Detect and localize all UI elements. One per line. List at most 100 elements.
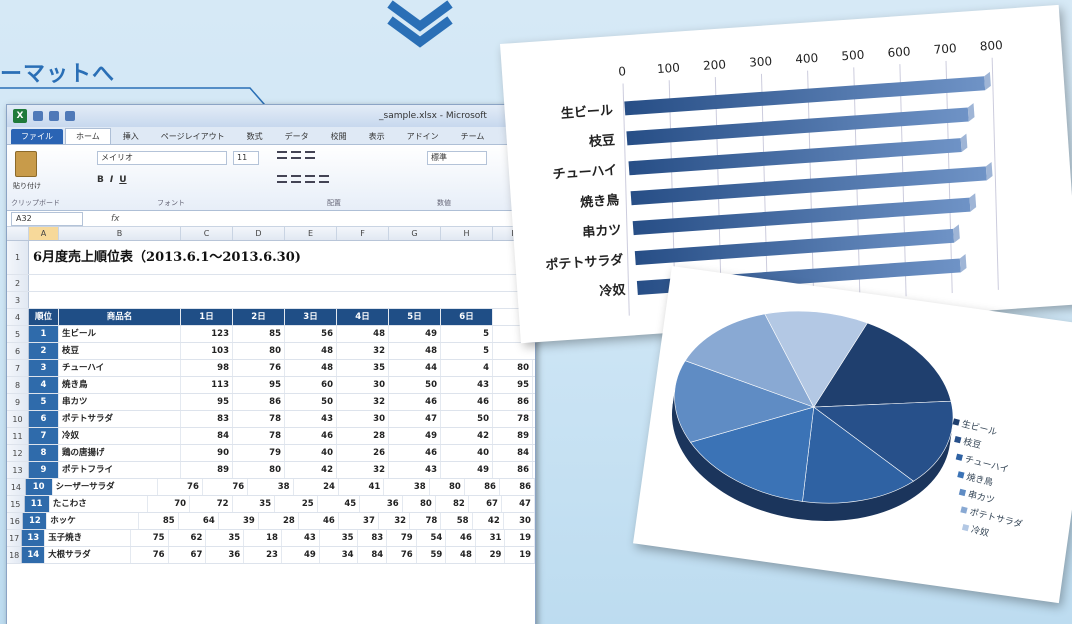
rank-cell[interactable]: 10 bbox=[25, 479, 53, 495]
sales-cell[interactable]: 43 bbox=[285, 411, 337, 427]
sales-cell[interactable]: 43 bbox=[282, 530, 320, 546]
tab-4[interactable]: 数式 bbox=[237, 129, 273, 144]
sales-cell[interactable]: 19 bbox=[505, 547, 535, 563]
tab-8[interactable]: アドイン bbox=[397, 129, 449, 144]
rank-cell[interactable]: 9 bbox=[29, 462, 59, 478]
sales-cell[interactable]: 59 bbox=[417, 547, 447, 563]
fx-icon[interactable]: fx bbox=[111, 214, 120, 224]
sales-cell[interactable]: 79 bbox=[387, 530, 417, 546]
tab-9[interactable]: チーム bbox=[451, 129, 495, 144]
sales-cell[interactable]: 24 bbox=[294, 479, 339, 495]
tab-5[interactable]: データ bbox=[275, 129, 319, 144]
column-header[interactable]: A bbox=[29, 227, 59, 240]
sales-cell[interactable]: 36 bbox=[206, 547, 245, 563]
sales-cell[interactable]: 32 bbox=[337, 343, 389, 359]
sales-cell[interactable]: 4 bbox=[441, 360, 493, 376]
spreadsheet-grid[interactable]: ABCDEFGHI16月度売上順位表（2013.6.1～2013.6.30)23… bbox=[7, 227, 535, 564]
sales-cell[interactable]: 38 bbox=[248, 479, 294, 495]
product-name-cell[interactable]: ポテトフライ bbox=[59, 462, 181, 478]
product-name-cell[interactable]: 大根サラダ bbox=[45, 547, 131, 563]
rank-cell[interactable]: 12 bbox=[23, 513, 48, 529]
sales-cell[interactable]: 46 bbox=[389, 445, 441, 461]
product-name-cell[interactable]: 枝豆 bbox=[59, 343, 181, 359]
align-horizontal-buttons[interactable] bbox=[277, 175, 329, 183]
sales-cell[interactable]: 40 bbox=[285, 445, 337, 461]
sales-cell[interactable]: 47 bbox=[502, 496, 535, 512]
row-header[interactable]: 8 bbox=[7, 377, 29, 393]
tab-7[interactable]: 表示 bbox=[359, 129, 395, 144]
sales-cell[interactable]: 32 bbox=[337, 394, 389, 410]
tab-2[interactable]: 挿入 bbox=[113, 129, 149, 144]
number-format-select[interactable]: 標準 bbox=[427, 151, 487, 165]
row-header[interactable]: 12 bbox=[7, 445, 29, 461]
sales-cell[interactable]: 48 bbox=[285, 360, 337, 376]
rank-cell[interactable]: 5 bbox=[29, 394, 59, 410]
sales-cell[interactable]: 30 bbox=[504, 513, 535, 529]
rank-cell[interactable]: 7 bbox=[29, 428, 59, 444]
sales-cell[interactable]: 23 bbox=[244, 547, 282, 563]
sales-cell[interactable]: 44 bbox=[389, 360, 441, 376]
sales-cell[interactable]: 46 bbox=[299, 513, 339, 529]
sales-cell[interactable]: 76 bbox=[203, 479, 249, 495]
sales-cell[interactable]: 49 bbox=[441, 462, 493, 478]
underline-button[interactable]: U bbox=[119, 175, 126, 185]
column-header[interactable]: F bbox=[337, 227, 389, 240]
save-icon[interactable] bbox=[33, 111, 43, 121]
sales-cell[interactable]: 123 bbox=[181, 326, 233, 342]
row-header[interactable]: 4 bbox=[7, 309, 29, 325]
sales-cell[interactable]: 41 bbox=[339, 479, 385, 495]
sales-cell[interactable]: 80 bbox=[233, 343, 285, 359]
column-header[interactable]: G bbox=[389, 227, 441, 240]
rank-cell[interactable]: 1 bbox=[29, 326, 59, 342]
product-name-cell[interactable]: シーザーサラダ bbox=[53, 479, 158, 495]
sales-cell[interactable]: 103 bbox=[181, 343, 233, 359]
sales-cell[interactable]: 89 bbox=[493, 428, 533, 444]
sales-cell[interactable]: 35 bbox=[337, 360, 389, 376]
sales-cell[interactable]: 34 bbox=[320, 547, 358, 563]
column-header[interactable]: E bbox=[285, 227, 337, 240]
row-header[interactable]: 5 bbox=[7, 326, 29, 342]
sales-cell[interactable]: 80 bbox=[403, 496, 436, 512]
sales-cell[interactable]: 67 bbox=[469, 496, 502, 512]
sales-cell[interactable]: 84 bbox=[181, 428, 233, 444]
sales-cell[interactable]: 49 bbox=[389, 428, 441, 444]
sales-cell[interactable]: 46 bbox=[285, 428, 337, 444]
sales-cell[interactable]: 82 bbox=[436, 496, 469, 512]
column-header[interactable]: C bbox=[181, 227, 233, 240]
sales-cell[interactable]: 84 bbox=[493, 445, 533, 461]
sales-cell[interactable]: 76 bbox=[387, 547, 417, 563]
sales-cell[interactable]: 78 bbox=[493, 411, 533, 427]
sales-cell[interactable]: 79 bbox=[233, 445, 285, 461]
product-name-cell[interactable]: ホッケ bbox=[47, 513, 139, 529]
row-header[interactable]: 9 bbox=[7, 394, 29, 410]
sales-cell[interactable]: 40 bbox=[441, 445, 493, 461]
sales-cell[interactable]: 78 bbox=[233, 411, 285, 427]
product-name-cell[interactable]: 玉子焼き bbox=[45, 530, 131, 546]
rank-cell[interactable]: 13 bbox=[22, 530, 46, 546]
row-header[interactable]: 3 bbox=[7, 292, 29, 308]
sales-cell[interactable]: 48 bbox=[337, 326, 389, 342]
sales-cell[interactable]: 31 bbox=[476, 530, 506, 546]
tab-6[interactable]: 校閲 bbox=[321, 129, 357, 144]
sales-cell[interactable]: 32 bbox=[337, 462, 389, 478]
tab-1[interactable]: ホーム bbox=[65, 128, 111, 144]
sales-cell[interactable]: 46 bbox=[389, 394, 441, 410]
rank-cell[interactable]: 3 bbox=[29, 360, 59, 376]
sales-cell[interactable]: 86 bbox=[500, 479, 535, 495]
sales-cell[interactable]: 39 bbox=[219, 513, 259, 529]
sales-cell[interactable]: 46 bbox=[441, 394, 493, 410]
sales-cell[interactable]: 26 bbox=[337, 445, 389, 461]
sales-cell[interactable]: 80 bbox=[493, 360, 533, 376]
sales-cell[interactable]: 48 bbox=[446, 547, 476, 563]
sales-cell[interactable]: 85 bbox=[139, 513, 179, 529]
sales-cell[interactable]: 67 bbox=[169, 547, 207, 563]
sales-cell[interactable]: 86 bbox=[493, 462, 533, 478]
rank-cell[interactable]: 11 bbox=[24, 496, 50, 512]
product-name-cell[interactable]: たこわさ bbox=[50, 496, 148, 512]
sales-cell[interactable]: 76 bbox=[233, 360, 285, 376]
rank-cell[interactable]: 8 bbox=[29, 445, 59, 461]
sales-cell[interactable]: 72 bbox=[190, 496, 233, 512]
sales-cell[interactable]: 42 bbox=[473, 513, 504, 529]
sales-cell[interactable]: 43 bbox=[441, 377, 493, 393]
sales-cell[interactable]: 28 bbox=[259, 513, 299, 529]
